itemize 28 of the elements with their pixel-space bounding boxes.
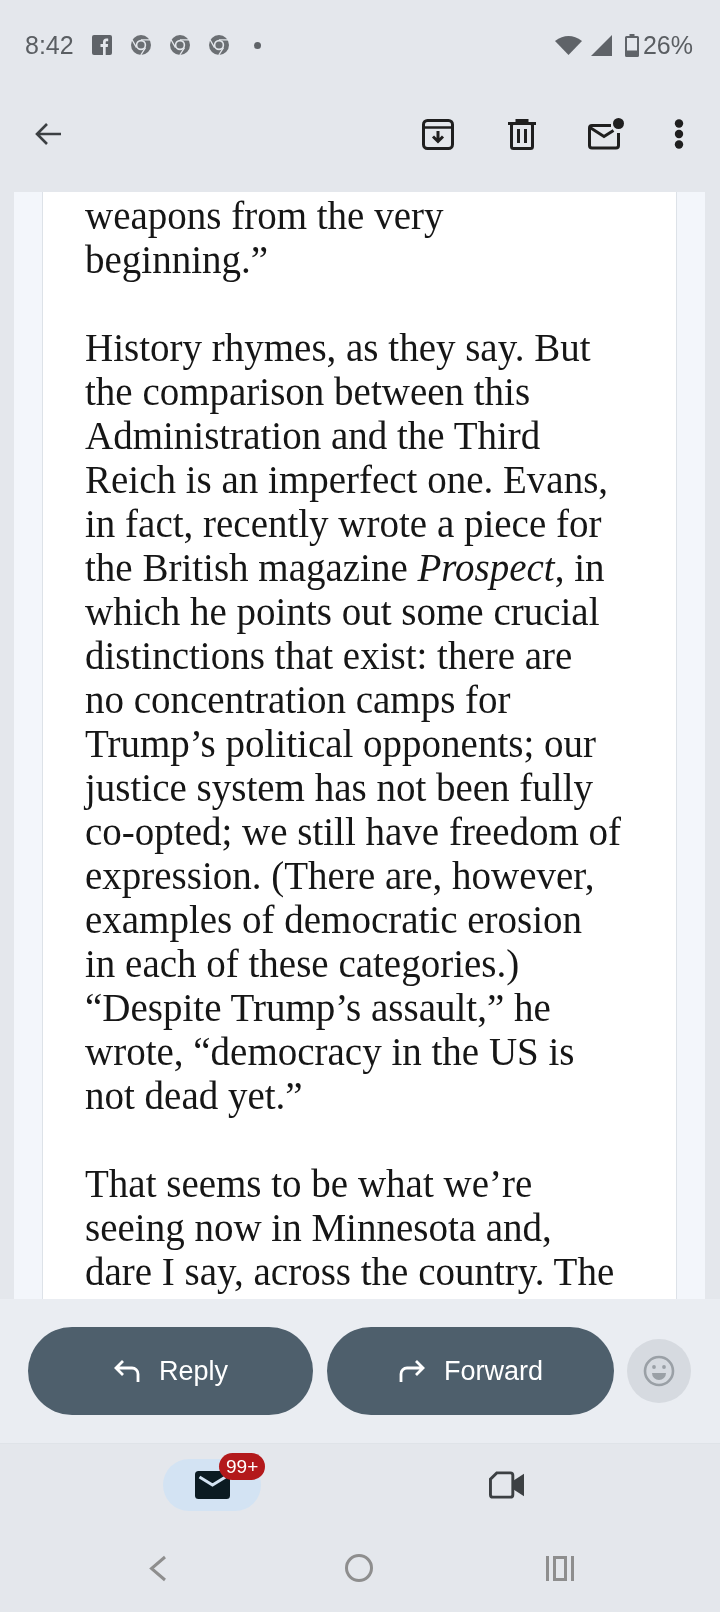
forward-arrow-icon — [398, 1358, 426, 1384]
body-paragraph: History rhymes, as they say. But the comparison between this Administration and the Third Reich is an imperfect one. Evans, in fact, recently wrote a piece for the British magazine Prospect, in which he points out some crucial distinctions that exist: there are no concentration camps for Trump’s political opponents; our justice system has not been fully co-opted; we still have freedom of expression. (There are, however, examples of democratic erosion in each of these categories.) “Despite Trump’s assault,” he wrote, “democracy in the US is not dead yet.” — [85, 326, 623, 1118]
battery-percent: 26% — [642, 30, 693, 60]
circle-logo-icon — [208, 35, 229, 55]
back-arrow-icon[interactable] — [34, 122, 62, 146]
envelope-dot-icon[interactable] — [588, 118, 624, 150]
trash-icon[interactable] — [508, 118, 536, 150]
body-paragraph: weapons from the very beginning.” — [85, 194, 445, 282]
recents-icon[interactable] — [545, 1555, 574, 1581]
signal-icon — [590, 34, 612, 56]
forward-button[interactable]: Forward — [327, 1327, 614, 1415]
reply-button[interactable]: Reply — [28, 1327, 313, 1415]
home-icon[interactable] — [344, 1554, 373, 1582]
mail-icon — [194, 1471, 230, 1499]
circle-logo-icon — [169, 35, 190, 55]
square-f-logo-icon — [91, 35, 112, 55]
unread-count-badge: 99+ — [219, 1453, 266, 1480]
body-paragraph: That seems to be what we’re seeing now in Minnesota and, dare I say, across the country. The — [85, 1162, 616, 1294]
wifi-icon — [554, 35, 582, 55]
archive-icon[interactable] — [422, 118, 454, 150]
back-icon[interactable] — [148, 1554, 167, 1582]
more-icon[interactable] — [674, 119, 684, 149]
reply-arrow-icon — [113, 1358, 141, 1384]
status-time: 8:42 — [25, 30, 74, 60]
video-camera-icon — [488, 1471, 524, 1499]
battery-icon — [624, 33, 639, 57]
dot-icon — [253, 41, 261, 49]
circle-logo-icon — [130, 35, 151, 55]
